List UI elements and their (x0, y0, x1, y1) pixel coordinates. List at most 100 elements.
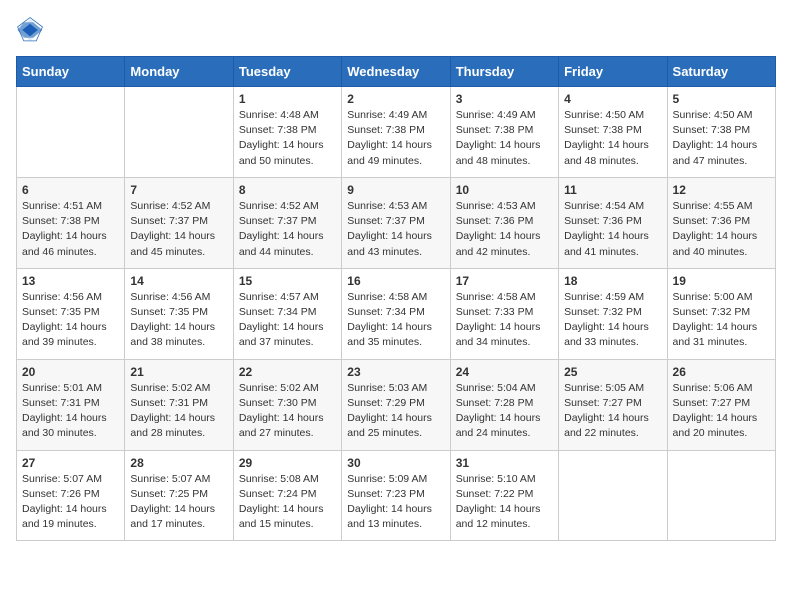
calendar-cell: 22 Sunrise: 5:02 AMSunset: 7:30 PMDayligh… (233, 359, 341, 450)
day-number: 4 (564, 92, 661, 106)
calendar-cell: 5 Sunrise: 4:50 AMSunset: 7:38 PMDaylight… (667, 87, 775, 178)
day-number: 23 (347, 365, 444, 379)
day-info: Sunrise: 4:52 AMSunset: 7:37 PMDaylight:… (130, 199, 227, 260)
day-number: 21 (130, 365, 227, 379)
day-number: 3 (456, 92, 553, 106)
day-info: Sunrise: 4:56 AMSunset: 7:35 PMDaylight:… (22, 290, 119, 351)
calendar-cell: 8Sunrise: 4:52 AMSunset: 7:37 PMDaylight… (233, 177, 341, 268)
day-number: 1 (239, 92, 336, 106)
day-info: Sunrise: 4:52 AMSunset: 7:37 PMDaylight:… (239, 199, 336, 260)
page-header (16, 16, 776, 44)
day-info: Sunrise: 5:10 AMSunset: 7:22 PMDaylight:… (456, 472, 553, 533)
weekday-header-friday: Friday (559, 57, 667, 87)
calendar-cell (559, 450, 667, 541)
day-info: Sunrise: 5:03 AMSunset: 7:29 PMDaylight:… (347, 381, 444, 442)
calendar-cell: 11 Sunrise: 4:54 AMSunset: 7:36 PMDayligh… (559, 177, 667, 268)
day-number: 19 (673, 274, 770, 288)
day-number: 18 (564, 274, 661, 288)
calendar-cell: 2 Sunrise: 4:49 AMSunset: 7:38 PMDaylight… (342, 87, 450, 178)
calendar-cell: 26 Sunrise: 5:06 AMSunset: 7:27 PMDayligh… (667, 359, 775, 450)
calendar-week-1: 1 Sunrise: 4:48 AMSunset: 7:38 PMDaylight… (17, 87, 776, 178)
calendar-cell (17, 87, 125, 178)
day-number: 29 (239, 456, 336, 470)
logo-icon (16, 16, 44, 44)
day-number: 22 (239, 365, 336, 379)
calendar-cell: 12 Sunrise: 4:55 AMSunset: 7:36 PMDayligh… (667, 177, 775, 268)
calendar-cell (125, 87, 233, 178)
day-info: Sunrise: 4:49 AMSunset: 7:38 PMDaylight:… (456, 108, 553, 169)
calendar-cell: 10 Sunrise: 4:53 AMSunset: 7:36 PMDayligh… (450, 177, 558, 268)
day-number: 25 (564, 365, 661, 379)
day-info: Sunrise: 4:55 AMSunset: 7:36 PMDaylight:… (673, 199, 770, 260)
calendar-cell: 15 Sunrise: 4:57 AMSunset: 7:34 PMDayligh… (233, 268, 341, 359)
calendar-week-5: 27 Sunrise: 5:07 AMSunset: 7:26 PMDayligh… (17, 450, 776, 541)
calendar-cell: 31 Sunrise: 5:10 AMSunset: 7:22 PMDayligh… (450, 450, 558, 541)
day-info: Sunrise: 5:05 AMSunset: 7:27 PMDaylight:… (564, 381, 661, 442)
day-info: Sunrise: 4:50 AMSunset: 7:38 PMDaylight:… (673, 108, 770, 169)
calendar-week-2: 6Sunrise: 4:51 AMSunset: 7:38 PMDaylight… (17, 177, 776, 268)
calendar-body: 1 Sunrise: 4:48 AMSunset: 7:38 PMDaylight… (17, 87, 776, 541)
day-number: 10 (456, 183, 553, 197)
day-info: Sunrise: 5:02 AMSunset: 7:30 PMDaylight:… (239, 381, 336, 442)
calendar-table: SundayMondayTuesdayWednesdayThursdayFrid… (16, 56, 776, 541)
calendar-week-4: 20Sunrise: 5:01 AMSunset: 7:31 PMDayligh… (17, 359, 776, 450)
calendar-cell: 28 Sunrise: 5:07 AMSunset: 7:25 PMDayligh… (125, 450, 233, 541)
day-number: 15 (239, 274, 336, 288)
calendar-cell: 17Sunrise: 4:58 AMSunset: 7:33 PMDayligh… (450, 268, 558, 359)
day-info: Sunrise: 5:07 AMSunset: 7:25 PMDaylight:… (130, 472, 227, 533)
day-number: 20 (22, 365, 119, 379)
calendar-cell: 19 Sunrise: 5:00 AMSunset: 7:32 PMDayligh… (667, 268, 775, 359)
day-info: Sunrise: 5:00 AMSunset: 7:32 PMDaylight:… (673, 290, 770, 351)
day-number: 13 (22, 274, 119, 288)
calendar-cell: 21 Sunrise: 5:02 AMSunset: 7:31 PMDayligh… (125, 359, 233, 450)
day-info: Sunrise: 4:58 AMSunset: 7:34 PMDaylight:… (347, 290, 444, 351)
day-info: Sunrise: 4:57 AMSunset: 7:34 PMDaylight:… (239, 290, 336, 351)
calendar-cell: 18 Sunrise: 4:59 AMSunset: 7:32 PMDayligh… (559, 268, 667, 359)
day-number: 27 (22, 456, 119, 470)
day-number: 12 (673, 183, 770, 197)
day-info: Sunrise: 4:53 AMSunset: 7:36 PMDaylight:… (456, 199, 553, 260)
day-number: 5 (673, 92, 770, 106)
day-info: Sunrise: 4:59 AMSunset: 7:32 PMDaylight:… (564, 290, 661, 351)
day-number: 2 (347, 92, 444, 106)
day-number: 26 (673, 365, 770, 379)
day-info: Sunrise: 5:08 AMSunset: 7:24 PMDaylight:… (239, 472, 336, 533)
day-number: 28 (130, 456, 227, 470)
logo (16, 16, 48, 44)
day-info: Sunrise: 5:09 AMSunset: 7:23 PMDaylight:… (347, 472, 444, 533)
day-number: 17 (456, 274, 553, 288)
day-info: Sunrise: 5:07 AMSunset: 7:26 PMDaylight:… (22, 472, 119, 533)
calendar-cell: 4Sunrise: 4:50 AMSunset: 7:38 PMDaylight… (559, 87, 667, 178)
day-info: Sunrise: 5:06 AMSunset: 7:27 PMDaylight:… (673, 381, 770, 442)
day-info: Sunrise: 5:04 AMSunset: 7:28 PMDaylight:… (456, 381, 553, 442)
day-number: 11 (564, 183, 661, 197)
calendar-cell: 24 Sunrise: 5:04 AMSunset: 7:28 PMDayligh… (450, 359, 558, 450)
day-number: 31 (456, 456, 553, 470)
day-info: Sunrise: 4:54 AMSunset: 7:36 PMDaylight:… (564, 199, 661, 260)
day-number: 24 (456, 365, 553, 379)
calendar-cell: 27 Sunrise: 5:07 AMSunset: 7:26 PMDayligh… (17, 450, 125, 541)
calendar-cell: 14 Sunrise: 4:56 AMSunset: 7:35 PMDayligh… (125, 268, 233, 359)
calendar-week-3: 13 Sunrise: 4:56 AMSunset: 7:35 PMDayligh… (17, 268, 776, 359)
day-info: Sunrise: 4:56 AMSunset: 7:35 PMDaylight:… (130, 290, 227, 351)
day-number: 7 (130, 183, 227, 197)
weekday-header-sunday: Sunday (17, 57, 125, 87)
day-info: Sunrise: 4:48 AMSunset: 7:38 PMDaylight:… (239, 108, 336, 169)
calendar-cell (667, 450, 775, 541)
weekday-header-saturday: Saturday (667, 57, 775, 87)
day-info: Sunrise: 4:53 AMSunset: 7:37 PMDaylight:… (347, 199, 444, 260)
calendar-cell: 7 Sunrise: 4:52 AMSunset: 7:37 PMDaylight… (125, 177, 233, 268)
calendar-cell: 9Sunrise: 4:53 AMSunset: 7:37 PMDaylight… (342, 177, 450, 268)
weekday-header-monday: Monday (125, 57, 233, 87)
weekday-header-wednesday: Wednesday (342, 57, 450, 87)
calendar-cell: 1 Sunrise: 4:48 AMSunset: 7:38 PMDaylight… (233, 87, 341, 178)
calendar-cell: 23 Sunrise: 5:03 AMSunset: 7:29 PMDayligh… (342, 359, 450, 450)
day-info: Sunrise: 5:02 AMSunset: 7:31 PMDaylight:… (130, 381, 227, 442)
day-number: 14 (130, 274, 227, 288)
calendar-cell: 13 Sunrise: 4:56 AMSunset: 7:35 PMDayligh… (17, 268, 125, 359)
day-number: 30 (347, 456, 444, 470)
weekday-header-tuesday: Tuesday (233, 57, 341, 87)
day-info: Sunrise: 4:49 AMSunset: 7:38 PMDaylight:… (347, 108, 444, 169)
day-info: Sunrise: 4:51 AMSunset: 7:38 PMDaylight:… (22, 199, 119, 260)
calendar-cell: 29 Sunrise: 5:08 AMSunset: 7:24 PMDayligh… (233, 450, 341, 541)
